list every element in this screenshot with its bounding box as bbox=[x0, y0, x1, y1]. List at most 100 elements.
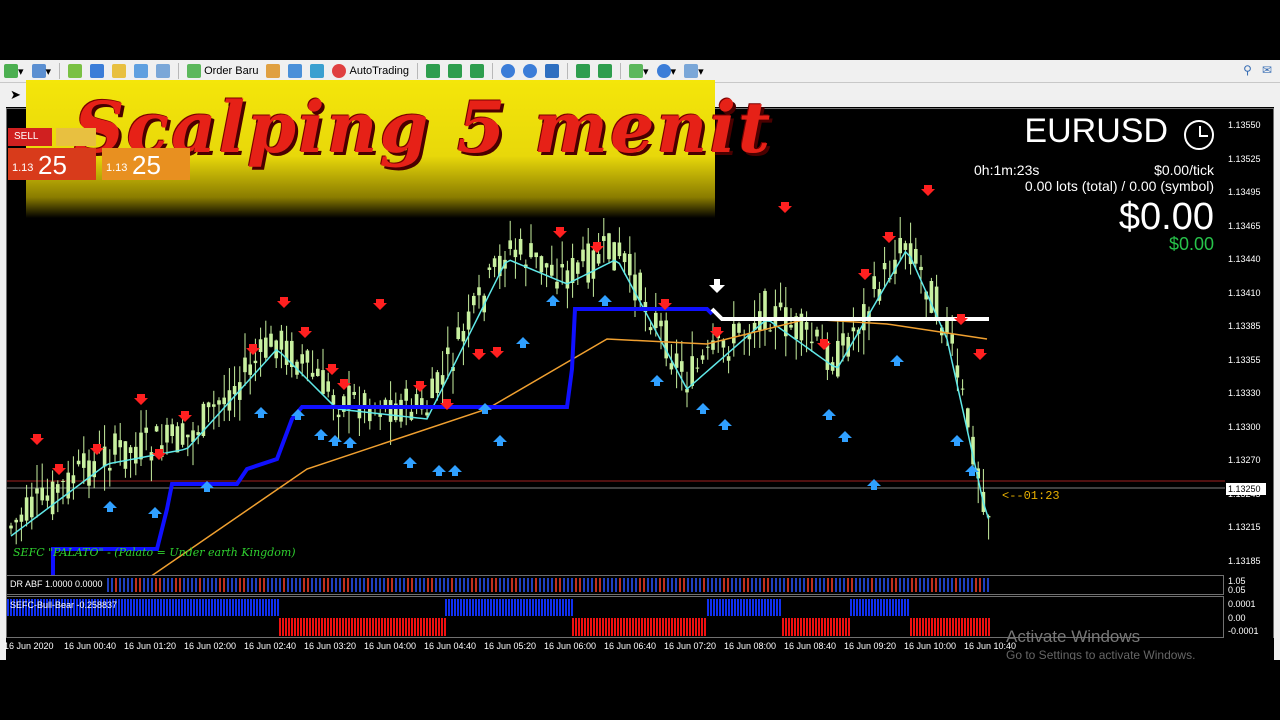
sell-arrow bbox=[490, 347, 504, 358]
dr-abf-bar bbox=[383, 578, 385, 592]
bull-bear-bar bbox=[378, 618, 380, 636]
chat-icon[interactable]: ✉ bbox=[1262, 63, 1272, 77]
chart-shift-button[interactable] bbox=[573, 62, 593, 80]
bull-bear-bar bbox=[572, 618, 574, 636]
bull-bear-bar bbox=[247, 599, 249, 616]
line-chart-button[interactable] bbox=[467, 62, 487, 80]
bid-price-box[interactable]: 1.13 25 bbox=[8, 148, 96, 180]
bull-bear-bar bbox=[348, 618, 350, 636]
autoscroll-button[interactable] bbox=[595, 62, 615, 80]
bull-bear-bar bbox=[205, 599, 207, 616]
bull-bear-bar bbox=[815, 618, 817, 636]
dr-abf-bar bbox=[283, 578, 285, 592]
search-icon[interactable]: ⚲ bbox=[1243, 63, 1252, 77]
bull-bear-bar bbox=[148, 599, 150, 616]
price-axis-label: 1.13215 bbox=[1228, 522, 1261, 532]
bull-bear-bar bbox=[713, 599, 715, 616]
dr-abf-bar bbox=[975, 578, 977, 592]
candle-body bbox=[534, 252, 538, 258]
bull-bear-bar bbox=[277, 599, 279, 616]
bull-bear-bar bbox=[532, 599, 534, 616]
tester-button[interactable] bbox=[153, 62, 173, 80]
dr-abf-bar bbox=[911, 578, 913, 592]
dr-abf-bar bbox=[327, 578, 329, 592]
periods-button[interactable]: ▾ bbox=[654, 62, 680, 80]
separator bbox=[567, 63, 569, 79]
community-button[interactable] bbox=[285, 62, 305, 80]
bull-bear-label: SEFC-Bull-Bear -0.258837 bbox=[10, 600, 118, 610]
bar-chart-icon bbox=[426, 64, 441, 78]
bull-bear-bar bbox=[949, 618, 951, 636]
bar-countdown: <--01:23 bbox=[1002, 489, 1060, 503]
bull-bear-bar bbox=[402, 618, 404, 636]
dr-abf-bar bbox=[563, 578, 565, 592]
autotrading-button[interactable]: AutoTrading bbox=[329, 62, 412, 80]
bull-bear-bar bbox=[889, 599, 891, 616]
new-order-button[interactable]: Order Baru bbox=[184, 62, 261, 80]
dr-abf-bar bbox=[135, 578, 137, 592]
bull-bear-bar bbox=[268, 599, 270, 616]
candle-body bbox=[399, 399, 403, 422]
bull-bear-bar bbox=[587, 618, 589, 636]
bull-bear-bar bbox=[599, 618, 601, 636]
bull-bear-bar bbox=[758, 599, 760, 616]
bull-bear-bar bbox=[312, 618, 314, 636]
bull-bear-bar bbox=[611, 618, 613, 636]
candle-body bbox=[14, 519, 18, 523]
zoom-out-button[interactable] bbox=[520, 62, 540, 80]
bull-bear-bar bbox=[740, 599, 742, 616]
bull-bear-bar bbox=[420, 618, 422, 636]
candle-body bbox=[700, 355, 705, 360]
indicators-icon bbox=[629, 64, 644, 78]
bull-bear-bar bbox=[958, 618, 960, 636]
dr-abf-bar bbox=[951, 578, 953, 592]
bull-bear-bar bbox=[145, 599, 147, 616]
candle-body bbox=[617, 242, 622, 257]
dr-abf-bar bbox=[599, 578, 601, 592]
dr-abf-bar bbox=[619, 578, 621, 592]
price-axis-label: 1.13440 bbox=[1228, 254, 1261, 264]
candle-body bbox=[680, 361, 684, 372]
bull-bear-bar bbox=[229, 599, 231, 616]
dr-abf-bar bbox=[467, 578, 469, 592]
new-chart-button[interactable]: ▾ bbox=[1, 62, 27, 80]
dr-abf-bar bbox=[279, 578, 281, 592]
dr-abf-bar bbox=[899, 578, 901, 592]
candle-body bbox=[123, 441, 128, 469]
candle-chart-button[interactable] bbox=[445, 62, 465, 80]
bull-bear-bar bbox=[217, 599, 219, 616]
bar-chart-button[interactable] bbox=[423, 62, 443, 80]
zoom-in-button[interactable] bbox=[498, 62, 518, 80]
ask-price-box[interactable]: 1.13 25 bbox=[102, 148, 190, 180]
bull-bear-bar bbox=[934, 618, 936, 636]
lot-size-input[interactable] bbox=[56, 128, 96, 146]
bull-bear-bar bbox=[731, 599, 733, 616]
profiles-button[interactable]: ▾ bbox=[29, 62, 55, 80]
bull-bear-bar bbox=[496, 599, 498, 616]
signals-button[interactable] bbox=[307, 62, 327, 80]
bull-bear-bar bbox=[454, 599, 456, 616]
dr-abf-bar bbox=[779, 578, 781, 592]
bull-bear-bar bbox=[883, 599, 885, 616]
templates-button[interactable]: ▾ bbox=[681, 62, 707, 80]
buy-arrow bbox=[314, 429, 328, 440]
indicators-button[interactable]: ▾ bbox=[626, 62, 652, 80]
metaeditor-button[interactable] bbox=[263, 62, 283, 80]
candle-body bbox=[102, 446, 107, 467]
terminal-button[interactable] bbox=[131, 62, 151, 80]
templates-icon bbox=[684, 64, 699, 78]
candle-body bbox=[472, 295, 476, 306]
bull-bear-bar bbox=[617, 618, 619, 636]
data-window-button[interactable] bbox=[87, 62, 107, 80]
market-watch-button[interactable] bbox=[65, 62, 85, 80]
bull-bear-bar bbox=[662, 618, 664, 636]
time-axis-label: 16 Jun 09:20 bbox=[844, 641, 897, 651]
tile-windows-button[interactable] bbox=[542, 62, 562, 80]
navigator-button[interactable] bbox=[109, 62, 129, 80]
bull-bear-bar bbox=[584, 618, 586, 636]
cursor-icon[interactable]: ➤ bbox=[10, 87, 21, 103]
dr-abf-bar bbox=[643, 578, 645, 592]
bull-bear-bar bbox=[393, 618, 395, 636]
dr-abf-bar bbox=[575, 578, 577, 592]
sell-button[interactable]: SELL bbox=[8, 128, 52, 146]
